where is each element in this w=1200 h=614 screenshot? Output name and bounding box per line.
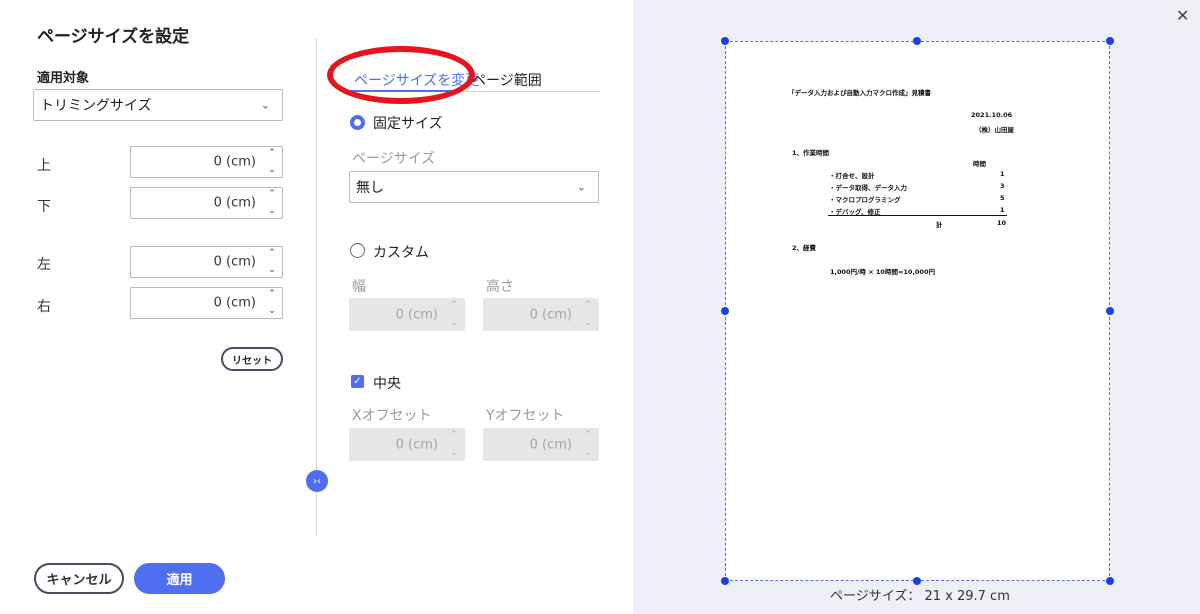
width-label: 幅 [352,279,366,295]
center-checkbox[interactable]: ✓ [351,375,364,388]
doc-section-1: 1、作業時間 [792,149,830,157]
height-input[interactable]: 0 (cm) ⌃ ⌄ [483,298,599,331]
custom-label: カスタム [373,245,429,261]
margin-bottom-label: 下 [37,199,51,215]
resize-handle-bottom-right[interactable] [1106,577,1114,585]
doc-company: （株）山田屋 [975,126,1014,134]
resize-handle-top-right[interactable] [1106,37,1114,45]
y-offset-value: 0 (cm) [529,437,572,452]
width-input[interactable]: 0 (cm) ⌃ ⌄ [349,298,465,331]
x-offset-label: Xオフセット [352,408,432,424]
doc-total-label: 計 [936,221,943,229]
resize-handle-top-left[interactable] [721,37,729,45]
apply-target-value: トリミングサイズ [40,98,152,114]
apply-button[interactable]: 適用 [134,563,225,594]
tab-divider [460,91,600,92]
doc-section-2: 2、経費 [792,244,817,252]
doc-row-hours: 3 [1000,182,1005,190]
height-value: 0 (cm) [529,307,572,322]
doc-row-item: ・データ取得、データ入力 [829,184,907,192]
double-chevron-icon: ›‹ [313,475,321,487]
fixed-size-label: 固定サイズ [373,116,443,132]
margin-left-input[interactable]: 0 (cm) ⌃ ⌄ [130,246,283,278]
doc-hours-header: 時間 [973,160,986,168]
width-value: 0 (cm) [395,307,438,322]
doc-row-item: ・打合せ、設計 [829,172,875,180]
apply-target-select[interactable]: トリミングサイズ ⌄ [33,89,283,121]
dialog-title: ページサイズを設定 [37,27,190,47]
tab-page-range[interactable]: ページ範囲 [472,70,542,90]
cancel-button[interactable]: キャンセル [34,563,124,594]
margin-top-value: 0 (cm) [213,154,256,170]
doc-row-hours: 1 [1000,206,1005,214]
x-offset-input[interactable]: 0 (cm) ⌃ ⌄ [349,428,465,461]
resize-handle-right[interactable] [1106,307,1114,315]
page-size-select[interactable]: 無し ⌄ [349,171,599,203]
doc-total-value: 10 [997,219,1007,227]
doc-row-item: ・マクロプログラミング [829,196,901,204]
margin-left-value: 0 (cm) [213,254,256,270]
fixed-size-radio[interactable] [350,115,365,130]
custom-radio[interactable] [350,243,365,258]
page-size-readout: ページサイズ： 21 x 29.7 cm [830,589,1010,604]
reset-button[interactable]: リセット [221,347,283,371]
margin-right-value: 0 (cm) [213,295,256,311]
page-size-value: 無し [356,180,384,196]
stepper-icon: ⌃ ⌄ [450,430,458,458]
x-offset-value: 0 (cm) [395,437,438,452]
margin-top-label: 上 [37,158,51,174]
doc-row-hours: 5 [1000,194,1005,202]
margin-right-input[interactable]: 0 (cm) ⌃ ⌄ [130,287,283,319]
close-icon[interactable]: ✕ [1176,6,1189,25]
panel-divider [316,38,317,536]
stepper-icon[interactable]: ⌃ ⌄ [265,149,279,175]
margin-top-input[interactable]: 0 (cm) ⌃ ⌄ [130,146,283,178]
doc-expense: 1,000円/時 × 10時間=10,000円 [830,268,935,276]
doc-title: 「データ入力および自動入力マクロ作成」見積書 [788,89,931,97]
page-preview [725,41,1110,581]
stepper-icon: ⌃ ⌄ [584,430,592,458]
stepper-icon[interactable]: ⌃ ⌄ [265,190,279,216]
center-label: 中央 [373,376,401,392]
margin-bottom-input[interactable]: 0 (cm) ⌃ ⌄ [130,187,283,219]
doc-date: 2021.10.06 [971,111,1013,119]
resize-handle-bottom-left[interactable] [721,577,729,585]
stepper-icon[interactable]: ⌃ ⌄ [265,290,279,316]
resize-handle-top[interactable] [913,37,921,45]
chevron-down-icon: ⌄ [576,180,586,194]
margin-bottom-value: 0 (cm) [213,195,256,211]
doc-table-rule [828,215,1007,216]
stepper-icon: ⌃ ⌄ [450,300,458,328]
doc-row-hours: 1 [1000,170,1005,178]
stepper-icon: ⌃ ⌄ [584,300,592,328]
resize-handle-left[interactable] [721,307,729,315]
margin-right-label: 右 [37,299,51,315]
chevron-down-icon: ⌄ [260,98,270,112]
stepper-icon[interactable]: ⌃ ⌄ [265,249,279,275]
page-size-label: ページサイズ [352,151,436,167]
y-offset-input[interactable]: 0 (cm) ⌃ ⌄ [483,428,599,461]
annotation-circle [327,46,475,104]
apply-target-label: 適用対象 [37,71,90,86]
margin-left-label: 左 [37,257,51,273]
y-offset-label: Yオフセット [486,408,565,424]
resize-handle-bottom[interactable] [913,577,921,585]
collapse-panel-button[interactable]: ›‹ [306,470,328,492]
height-label: 高さ [486,279,514,295]
